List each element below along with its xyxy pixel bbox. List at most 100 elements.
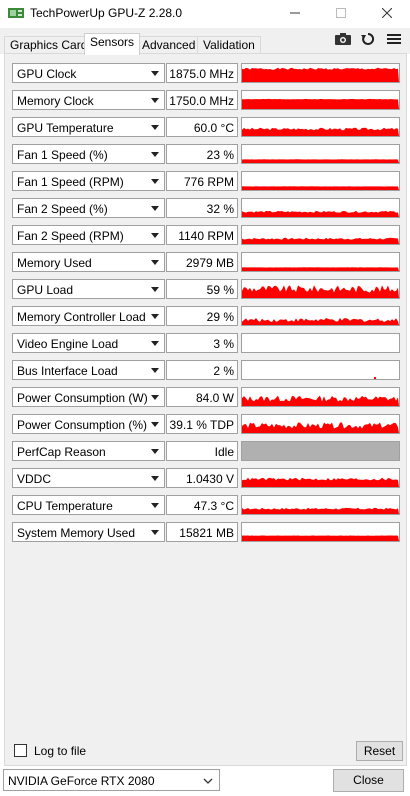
- sensor-graph-svg: [242, 67, 399, 82]
- graph-fill: [242, 127, 399, 136]
- sensor-value-box: 3 %: [166, 333, 238, 353]
- sensor-value: 1.0430 V: [185, 472, 234, 486]
- sensor-graph-svg: [242, 237, 399, 244]
- sensor-value-box: 1.0430 V: [166, 468, 238, 488]
- graph-fill: [242, 267, 399, 271]
- chevron-down-icon: [202, 775, 214, 787]
- sensor-name-dropdown[interactable]: CPU Temperature: [12, 495, 165, 515]
- sensor-value-box: 47.3 °C: [166, 495, 238, 515]
- graph-fill: [242, 285, 399, 298]
- sensor-graph-svg: [242, 395, 399, 406]
- hamburger-menu-icon[interactable]: [385, 30, 403, 48]
- graph-fill: [242, 422, 399, 433]
- log-to-file-checkbox[interactable]: [14, 744, 27, 757]
- camera-icon[interactable]: [334, 30, 352, 48]
- sensor-value: Idle: [214, 445, 234, 459]
- dropdown-arrow-icon: [149, 148, 161, 160]
- sensor-name-label: Power Consumption (%): [17, 418, 148, 432]
- sensor-row: Video Engine Load 3 %: [5, 333, 408, 355]
- sensor-name-dropdown[interactable]: Fan 2 Speed (%): [12, 198, 165, 218]
- tab-advanced[interactable]: Advanced: [136, 36, 202, 54]
- sensor-value-box: 1875.0 MHz: [166, 63, 238, 83]
- sensor-name-dropdown[interactable]: PerfCap Reason: [12, 441, 165, 461]
- sensor-name-dropdown[interactable]: GPU Load: [12, 279, 165, 299]
- sensor-graph-svg: [242, 442, 399, 460]
- sensor-value: 59 %: [206, 283, 234, 297]
- sensor-name-dropdown[interactable]: Fan 1 Speed (RPM): [12, 171, 165, 191]
- close-button[interactable]: Close: [333, 769, 404, 792]
- sensor-value-box: 2979 MB: [166, 252, 238, 272]
- sensor-name-dropdown[interactable]: Video Engine Load: [12, 333, 165, 353]
- maximize-button[interactable]: [318, 0, 364, 28]
- graph-fill: [374, 377, 376, 379]
- sensor-graph: [241, 198, 400, 218]
- sensor-name-dropdown[interactable]: Memory Controller Load: [12, 306, 165, 326]
- sensor-graph: [241, 360, 400, 380]
- tab-validation[interactable]: Validation: [197, 36, 261, 54]
- sensor-value: 15821 MB: [179, 526, 234, 540]
- graph-fill: [242, 395, 399, 406]
- sensor-graph-svg: [242, 507, 399, 514]
- sensor-graph: [241, 144, 400, 164]
- close-window-button[interactable]: [364, 0, 410, 28]
- graph-fill: [242, 186, 399, 190]
- sensor-value: 39.1 % TDP: [169, 418, 234, 432]
- sensor-row: Memory Used 2979 MB: [5, 252, 408, 274]
- sensor-row: Power Consumption (W) 84.0 W: [5, 387, 408, 409]
- sensor-name-dropdown[interactable]: Power Consumption (%): [12, 414, 165, 434]
- sensor-name-dropdown[interactable]: System Memory Used: [12, 522, 165, 542]
- sensor-name-label: GPU Clock: [17, 67, 77, 81]
- sensor-value: 23 %: [206, 148, 234, 162]
- sensor-graph-svg: [242, 477, 399, 487]
- sensor-row: VDDC 1.0430 V: [5, 468, 408, 490]
- refresh-icon[interactable]: [359, 30, 377, 48]
- sensor-row: System Memory Used 15821 MB: [5, 522, 408, 544]
- sensor-graph: [241, 252, 400, 272]
- close-icon: [381, 7, 393, 21]
- title-bar: TechPowerUp GPU-Z 2.28.0: [0, 0, 410, 28]
- sensor-row: Memory Clock 1750.0 MHz: [5, 90, 408, 112]
- sensor-value: 3 %: [213, 337, 234, 351]
- sensor-graph: [241, 63, 400, 83]
- sensor-name-dropdown[interactable]: Bus Interface Load: [12, 360, 165, 380]
- sensor-name-dropdown[interactable]: Fan 2 Speed (RPM): [12, 225, 165, 245]
- sensor-name-dropdown[interactable]: GPU Temperature: [12, 117, 165, 137]
- sensor-name-dropdown[interactable]: Fan 1 Speed (%): [12, 144, 165, 164]
- tab-graphics-card[interactable]: Graphics Card: [4, 36, 94, 54]
- sensor-name-label: Fan 2 Speed (%): [17, 202, 108, 216]
- reset-button[interactable]: Reset: [356, 741, 403, 761]
- tab-sensors[interactable]: Sensors: [84, 33, 141, 55]
- sensor-value-box: 32 %: [166, 198, 238, 218]
- sensor-row: Bus Interface Load 2 %: [5, 360, 408, 382]
- sensor-name-dropdown[interactable]: Memory Clock: [12, 90, 165, 110]
- sensor-graph: [241, 225, 400, 245]
- sensor-row: CPU Temperature 47.3 °C: [5, 495, 408, 517]
- sensor-graph-svg: [242, 98, 399, 109]
- gpu-select-dropdown[interactable]: NVIDIA GeForce RTX 2080: [3, 769, 220, 791]
- sensor-name-dropdown[interactable]: VDDC: [12, 468, 165, 488]
- sensor-value-box: 60.0 °C: [166, 117, 238, 137]
- sensor-name-dropdown[interactable]: Memory Used: [12, 252, 165, 272]
- sensor-name-dropdown[interactable]: GPU Clock: [12, 63, 165, 83]
- sensor-value: 1140 RPM: [178, 229, 234, 243]
- dropdown-arrow-icon: [149, 364, 161, 376]
- dropdown-arrow-icon: [149, 310, 161, 322]
- sensor-graph: [241, 387, 400, 407]
- sensor-name-dropdown[interactable]: Power Consumption (W): [12, 387, 165, 407]
- graph-fill: [242, 535, 399, 541]
- sensor-value: 29 %: [206, 310, 234, 324]
- sensor-graph-svg: [242, 318, 399, 325]
- sensor-name-label: Video Engine Load: [17, 337, 119, 351]
- graph-fill: [242, 477, 399, 487]
- gpu-z-app-icon: [8, 6, 24, 20]
- graph-fill: [242, 237, 399, 244]
- minimize-button[interactable]: [272, 0, 318, 28]
- sensor-name-label: PerfCap Reason: [17, 445, 106, 459]
- sensor-value: 32 %: [206, 202, 234, 216]
- sensor-value-box: 1140 RPM: [166, 225, 238, 245]
- graph-fill: [242, 67, 399, 82]
- sensor-name-label: Memory Controller Load: [17, 310, 146, 324]
- sensor-value: 84.0 W: [195, 391, 234, 405]
- window-title: TechPowerUp GPU-Z 2.28.0: [30, 6, 183, 20]
- sensor-graph: [241, 522, 400, 542]
